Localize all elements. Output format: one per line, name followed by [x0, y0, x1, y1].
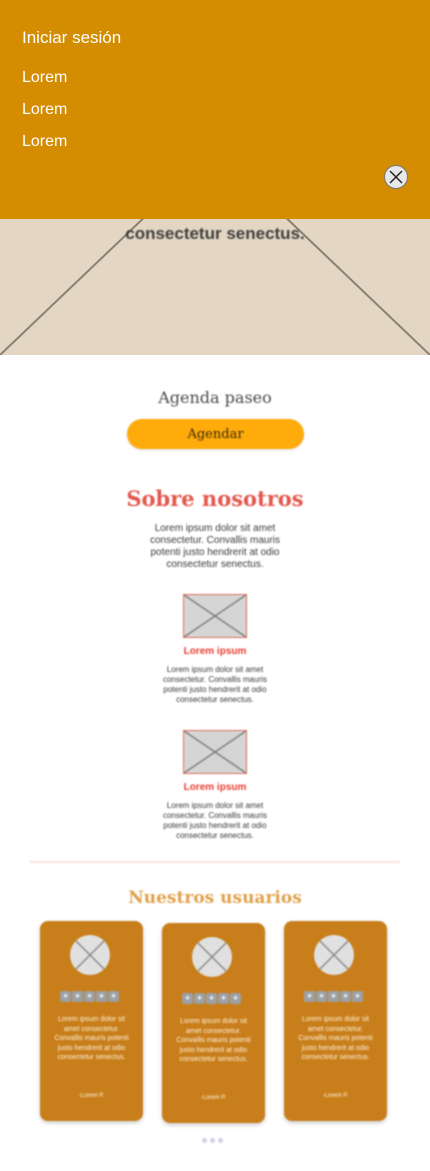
- feature-image-placeholder: [183, 594, 247, 638]
- star-icon: ✦: [206, 993, 217, 1004]
- testimonial-author: -Lorem P.: [78, 1093, 105, 1099]
- star-icon: ✦: [328, 991, 339, 1002]
- star-icon: ✦: [304, 991, 315, 1002]
- avatar: [314, 935, 354, 975]
- testimonial-author: -Lorem P.: [200, 1095, 227, 1101]
- feature-title: Lorem ipsum: [183, 782, 247, 793]
- star-icon: ✦: [340, 991, 351, 1002]
- star-icon: ✦: [194, 993, 205, 1004]
- star-icon: ✦: [218, 993, 229, 1004]
- avatar: [70, 935, 110, 975]
- close-menu-button[interactable]: [384, 165, 408, 189]
- image-placeholder-icon: [184, 731, 246, 773]
- avatar: [192, 937, 232, 977]
- testimonial-text: Lorem ipsum dolor sit amet consectetur. …: [176, 1018, 251, 1063]
- avatar-placeholder-icon: [319, 940, 349, 970]
- star-icon: ✦: [352, 991, 363, 1002]
- star-icon: ✦: [230, 993, 241, 1004]
- hero-text-line-2: consectetur senectus.: [125, 224, 305, 243]
- star-icon: ✦: [316, 991, 327, 1002]
- avatar-placeholder-icon: [75, 940, 105, 970]
- feature-image-placeholder: [183, 730, 247, 774]
- star-icon: ✦: [182, 993, 193, 1004]
- close-icon: [389, 170, 403, 184]
- menu-login-link[interactable]: Iniciar sesión: [22, 28, 121, 48]
- carousel-pagination: [202, 1138, 223, 1143]
- carousel-dot[interactable]: [218, 1138, 223, 1143]
- about-title: Sobre nosotros: [126, 486, 304, 511]
- carousel-dot[interactable]: [202, 1138, 207, 1143]
- menu-item[interactable]: Lorem: [22, 133, 67, 151]
- menu-item[interactable]: Lorem: [22, 69, 67, 87]
- hero-text: consectetur senectus.: [0, 222, 430, 244]
- image-placeholder-icon: [184, 595, 246, 637]
- star-icon: ✦: [108, 991, 119, 1002]
- star-icon: ✦: [72, 991, 83, 1002]
- users-title: Nuestros usuarios: [128, 888, 302, 908]
- about-text: Lorem ipsum dolor sit amet consectetur. …: [149, 523, 281, 570]
- testimonial-text: Lorem ipsum dolor sit amet consectetur. …: [298, 1016, 373, 1061]
- star-icon: ✦: [84, 991, 95, 1002]
- star-rating: ✦ ✦ ✦ ✦ ✦: [182, 993, 245, 1004]
- feature-title: Lorem ipsum: [183, 646, 247, 657]
- star-rating: ✦ ✦ ✦ ✦ ✦: [304, 991, 367, 1002]
- avatar-placeholder-icon: [197, 942, 227, 972]
- carousel-dot[interactable]: [210, 1138, 215, 1143]
- agendar-button[interactable]: Agendar: [127, 419, 304, 449]
- navigation-menu: Iniciar sesión Lorem Lorem Lorem: [0, 0, 430, 219]
- star-icon: ✦: [96, 991, 107, 1002]
- feature-text: Lorem ipsum dolor sit amet consectetur. …: [162, 665, 268, 704]
- testimonial-card: ✦ ✦ ✦ ✦ ✦ Lorem ipsum dolor sit amet con…: [40, 921, 143, 1121]
- agenda-title: Agenda paseo: [158, 388, 272, 407]
- feature-text: Lorem ipsum dolor sit amet consectetur. …: [162, 801, 268, 840]
- star-icon: ✦: [60, 991, 71, 1002]
- testimonial-card: ✦ ✦ ✦ ✦ ✦ Lorem ipsum dolor sit amet con…: [284, 921, 387, 1121]
- testimonial-text: Lorem ipsum dolor sit amet consectetur. …: [54, 1016, 129, 1061]
- testimonial-card: ✦ ✦ ✦ ✦ ✦ Lorem ipsum dolor sit amet con…: [162, 923, 265, 1123]
- menu-item[interactable]: Lorem: [22, 101, 67, 119]
- testimonial-author: -Lorem P.: [322, 1093, 349, 1099]
- section-divider: [30, 861, 400, 863]
- star-rating: ✦ ✦ ✦ ✦ ✦: [60, 991, 123, 1002]
